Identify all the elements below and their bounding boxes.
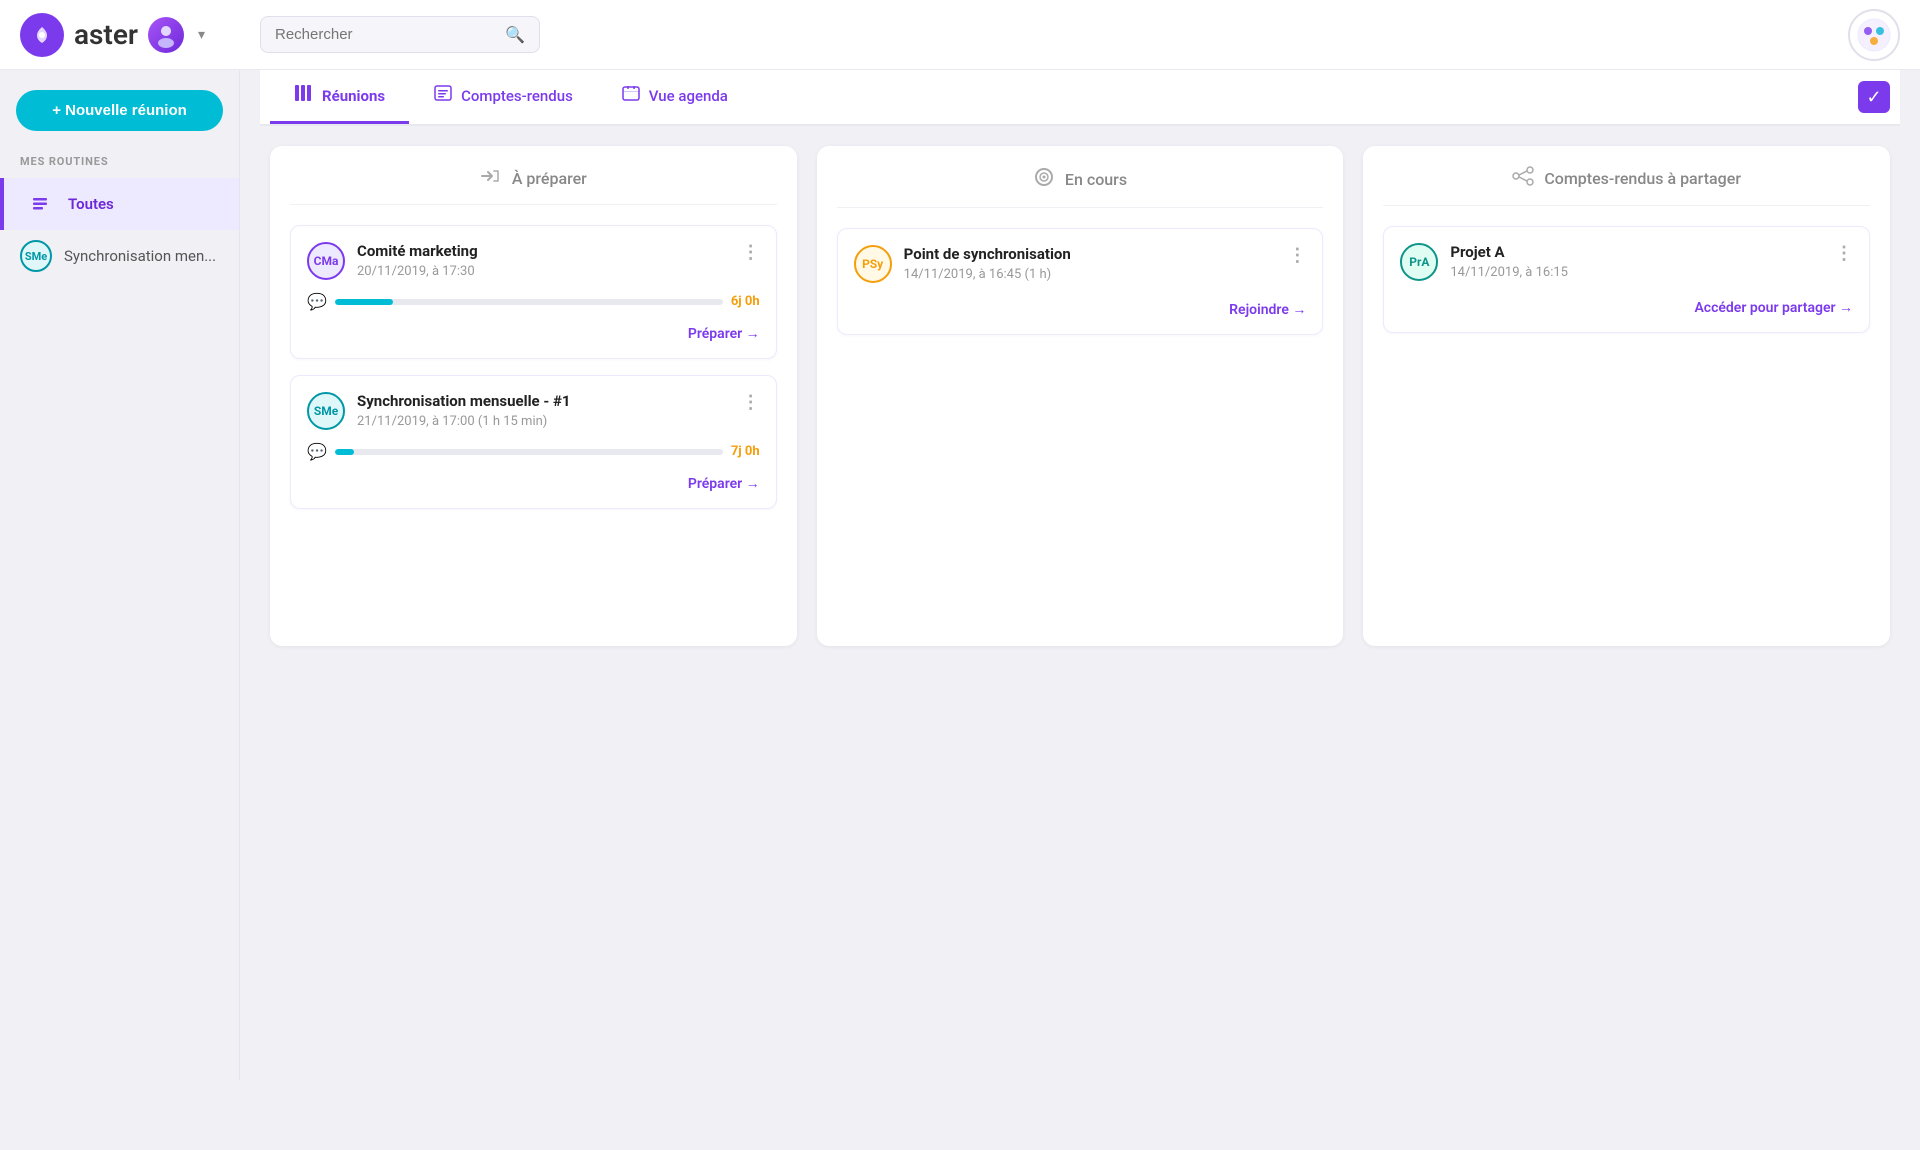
tab-vue-agenda-label: Vue agenda — [649, 87, 728, 105]
progress-bar-fill-sync — [335, 449, 354, 455]
reunions-tab-icon — [294, 84, 314, 107]
toutes-icon — [24, 188, 56, 220]
sidebar-section-label: MES ROUTINES — [0, 155, 239, 168]
sidebar-item-sync[interactable]: SMe Synchronisation men... — [0, 230, 239, 282]
logo-area: aster ▾ — [20, 13, 260, 57]
pra-initials: PrA — [1409, 255, 1429, 269]
sidebar-item-toutes[interactable]: Toutes — [0, 178, 239, 230]
comptes-rendus-label: Comptes-rendus à partager — [1544, 169, 1741, 188]
tab-right-area: ✓ — [1858, 81, 1890, 113]
main-content: Réunions Comptes-rendus — [240, 70, 1920, 1080]
card-info-psy: Point de synchronisation 14/11/2019, à 1… — [904, 245, 1277, 282]
a-preparer-icon — [480, 166, 502, 190]
card-progress-sync: 💬 7j 0h — [307, 442, 760, 461]
card-top: CMa Comité marketing 20/11/2019, à 17:30… — [307, 242, 760, 280]
en-cours-icon — [1033, 166, 1055, 193]
user-menu-chevron[interactable]: ▾ — [198, 27, 205, 43]
new-meeting-button[interactable]: + Nouvelle réunion — [16, 90, 223, 131]
card-progress-comite: 💬 6j 0h — [307, 292, 760, 311]
card-action-psy: Rejoindre → — [854, 299, 1307, 318]
header-right — [1848, 9, 1900, 61]
card-projet-a: PrA Projet A 14/11/2019, à 16:15 ⋮ Accéd… — [1383, 226, 1870, 333]
preparer-link-sync[interactable]: Préparer → — [688, 476, 760, 492]
app-logo-icon — [20, 13, 64, 57]
card-title-comite: Comité marketing — [357, 242, 730, 260]
sidebar-item-toutes-label: Toutes — [68, 195, 114, 213]
card-avatar-sme: SMe — [307, 392, 345, 430]
progress-bar-bg — [335, 299, 723, 305]
top-right-logo[interactable] — [1848, 9, 1900, 61]
card-action-comite: Préparer → — [307, 323, 760, 342]
card-date-comite: 20/11/2019, à 17:30 — [357, 264, 730, 279]
search-bar: 🔍 — [260, 16, 540, 53]
column-comptes-rendus: Comptes-rendus à partager PrA Projet A 1… — [1363, 146, 1890, 646]
card-sync-mensuelle: SMe Synchronisation mensuelle - #1 21/11… — [290, 375, 777, 509]
card-comite-marketing: CMa Comité marketing 20/11/2019, à 17:30… — [290, 225, 777, 359]
tab-reunions-label: Réunions — [322, 87, 385, 105]
en-cours-label: En cours — [1065, 170, 1127, 189]
card-action-sync: Préparer → — [307, 473, 760, 492]
progress-chat-icon-sync: 💬 — [307, 442, 327, 461]
tab-comptes-rendus[interactable]: Comptes-rendus — [409, 70, 597, 124]
sme-initials: SMe — [25, 250, 47, 263]
partager-icon — [1512, 166, 1534, 191]
done-checkbox[interactable]: ✓ — [1858, 81, 1890, 113]
rejoindre-link[interactable]: Rejoindre → — [1229, 302, 1306, 318]
header: aster ▾ 🔍 — [0, 0, 1920, 70]
card-info-sync: Synchronisation mensuelle - #1 21/11/201… — [357, 392, 730, 429]
card-date-pra: 14/11/2019, à 16:15 — [1450, 265, 1823, 280]
search-input[interactable] — [275, 26, 497, 43]
card-point-sync: PSy Point de synchronisation 14/11/2019,… — [837, 228, 1324, 335]
psy-initials: PSy — [862, 257, 883, 271]
tabs-bar: Réunions Comptes-rendus — [260, 70, 1900, 126]
user-avatar[interactable] — [148, 17, 184, 53]
progress-label-sync: 7j 0h — [731, 444, 760, 459]
comptes-rendus-tab-icon — [433, 84, 453, 107]
card-avatar-pra: PrA — [1400, 243, 1438, 281]
card-menu-pra[interactable]: ⋮ — [1835, 243, 1853, 264]
card-top-psy: PSy Point de synchronisation 14/11/2019,… — [854, 245, 1307, 283]
tab-vue-agenda[interactable]: Vue agenda — [597, 70, 752, 124]
card-top-sync: SMe Synchronisation mensuelle - #1 21/11… — [307, 392, 760, 430]
card-title-pra: Projet A — [1450, 243, 1823, 261]
progress-label-comite: 6j 0h — [731, 294, 760, 309]
layout: + Nouvelle réunion MES ROUTINES Toutes S… — [0, 70, 1920, 1080]
cma-initials: CMa — [314, 254, 339, 268]
column-a-preparer-header: À préparer — [290, 166, 777, 205]
app-name: aster — [74, 18, 138, 51]
progress-chat-icon: 💬 — [307, 292, 327, 311]
card-info: Comité marketing 20/11/2019, à 17:30 — [357, 242, 730, 279]
card-title-sync: Synchronisation mensuelle - #1 — [357, 392, 730, 410]
card-action-pra: Accéder pour partager → — [1400, 297, 1853, 316]
tab-comptes-rendus-label: Comptes-rendus — [461, 87, 573, 105]
column-comptes-rendus-header: Comptes-rendus à partager — [1383, 166, 1870, 206]
progress-bar-fill — [335, 299, 393, 305]
sidebar-item-sync-label: Synchronisation men... — [64, 247, 216, 265]
column-en-cours: En cours PSy Point de synchronisation 14… — [817, 146, 1344, 646]
card-date-psy: 14/11/2019, à 16:45 (1 h) — [904, 267, 1277, 282]
card-menu-psy[interactable]: ⋮ — [1288, 245, 1306, 266]
column-en-cours-header: En cours — [837, 166, 1324, 208]
card-menu-comite[interactable]: ⋮ — [742, 242, 760, 263]
vue-agenda-tab-icon — [621, 84, 641, 107]
partager-link[interactable]: Accéder pour partager → — [1694, 300, 1853, 316]
progress-bar-bg-sync — [335, 449, 723, 455]
card-date-sync: 21/11/2019, à 17:00 (1 h 15 min) — [357, 414, 730, 429]
sidebar: + Nouvelle réunion MES ROUTINES Toutes S… — [0, 70, 240, 1080]
columns-container: À préparer CMa Comité marketing 20/11/20… — [260, 146, 1900, 666]
card-avatar-psy: PSy — [854, 245, 892, 283]
sme-card-initials: SMe — [314, 404, 338, 418]
card-menu-sync[interactable]: ⋮ — [742, 392, 760, 413]
card-avatar-cma: CMa — [307, 242, 345, 280]
column-a-preparer: À préparer CMa Comité marketing 20/11/20… — [270, 146, 797, 646]
card-top-pra: PrA Projet A 14/11/2019, à 16:15 ⋮ — [1400, 243, 1853, 281]
sme-icon: SMe — [20, 240, 52, 272]
card-title-psy: Point de synchronisation — [904, 245, 1277, 263]
tab-reunions[interactable]: Réunions — [270, 70, 409, 124]
preparer-link-comite[interactable]: Préparer → — [688, 326, 760, 342]
card-info-pra: Projet A 14/11/2019, à 16:15 — [1450, 243, 1823, 280]
a-preparer-label: À préparer — [512, 169, 587, 188]
search-icon: 🔍 — [505, 25, 525, 44]
